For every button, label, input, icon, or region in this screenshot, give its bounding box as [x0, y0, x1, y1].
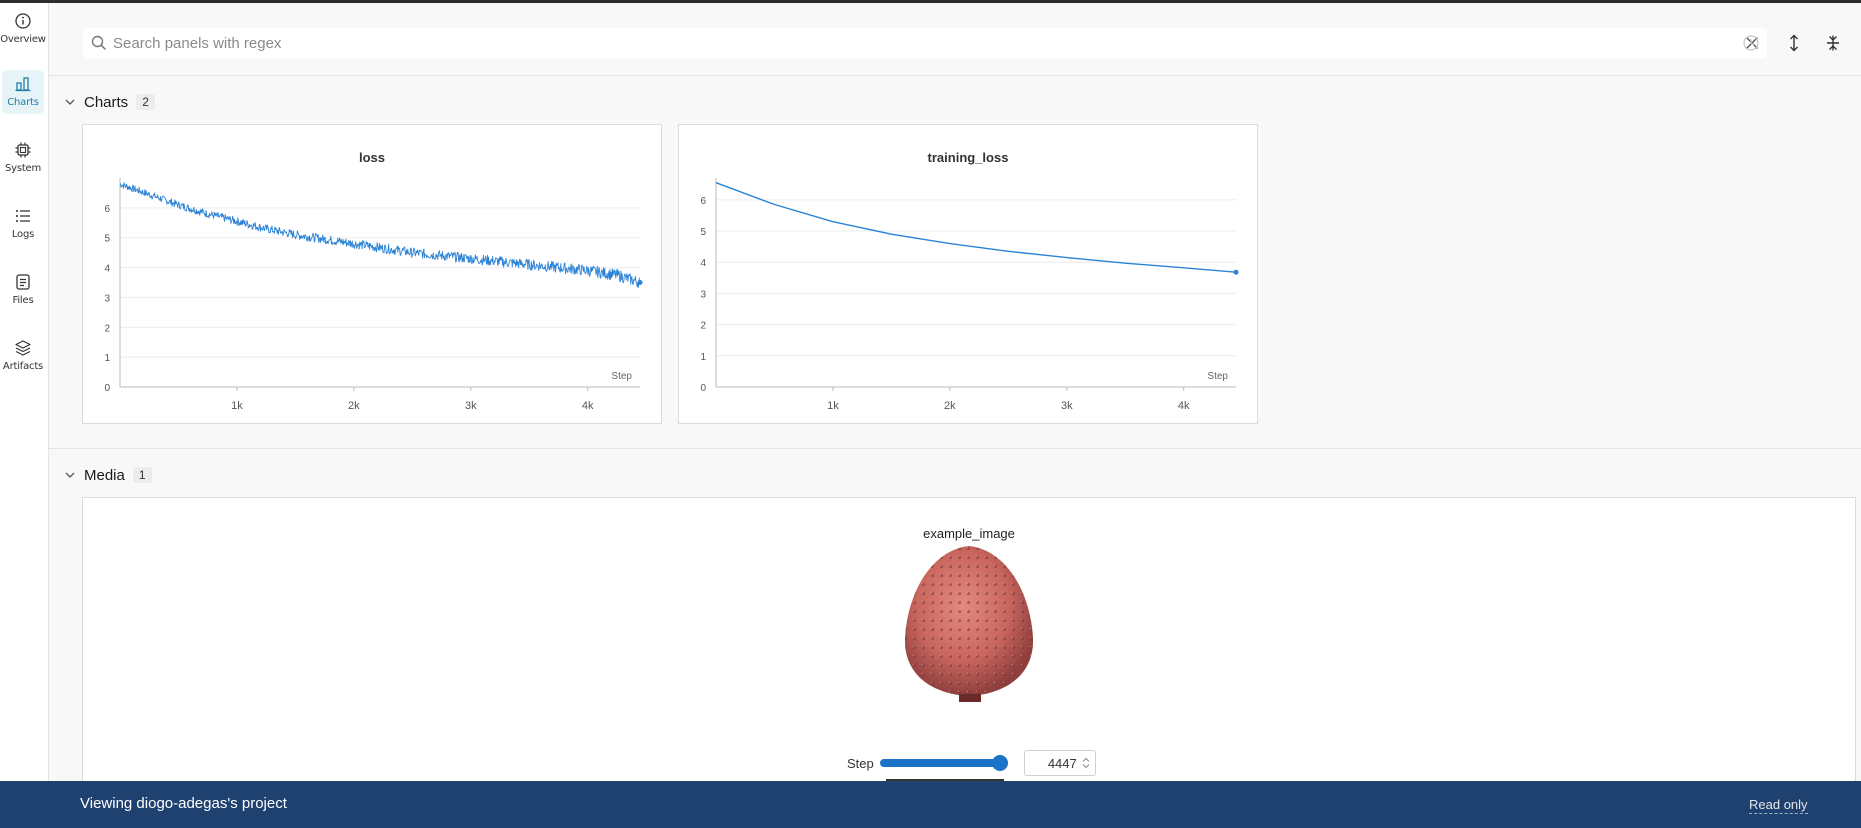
series-line	[119, 182, 641, 289]
read-only-badge[interactable]: Read only	[1749, 797, 1808, 814]
chevron-down-icon	[65, 99, 75, 105]
y-tick-label: 3	[104, 293, 110, 304]
chart-panel-loss[interactable]: loss 0 1 2 3 4 5 6 1k 2k 3k 4k Step	[82, 124, 662, 424]
sidebar-item-logs[interactable]: Logs	[2, 202, 44, 246]
series-line	[715, 182, 1237, 273]
chevron-down-icon	[65, 472, 75, 478]
x-tick-label: 1k	[827, 400, 839, 412]
step-value: 4447	[1047, 755, 1077, 771]
layers-icon	[15, 340, 31, 356]
sidebar-item-system[interactable]: System	[2, 136, 44, 180]
section-title: Media	[84, 466, 125, 484]
sidebar-item-artifacts[interactable]: Artifacts	[2, 334, 44, 378]
x-tick-label: 4k	[1178, 400, 1190, 412]
sidebar-item-label: Logs	[11, 229, 35, 240]
x-tick-label: 4k	[582, 400, 594, 412]
last-point-marker	[637, 280, 643, 285]
slider-thumb[interactable]	[991, 755, 1008, 771]
file-icon	[16, 274, 30, 290]
section-title: Charts	[84, 93, 129, 111]
y-tick-label: 1	[700, 352, 706, 363]
cpu-icon	[15, 142, 31, 158]
x-tick-label: 3k	[465, 400, 477, 412]
media-panel-example-image[interactable]: example_image Step 4447	[82, 497, 1856, 782]
search-box	[83, 28, 1767, 58]
sidebar-item-label: System	[4, 163, 42, 174]
step-label: Step	[847, 755, 874, 771]
viewing-project-text: Viewing diogo-adegas's project	[80, 795, 287, 812]
expand-all-icon[interactable]	[1785, 34, 1803, 52]
y-tick-label: 4	[700, 258, 706, 269]
y-tick-label: 4	[104, 264, 110, 275]
sidebar-item-label: Artifacts	[2, 361, 44, 372]
y-tick-label: 2	[104, 323, 110, 334]
y-tick-label: 1	[104, 353, 110, 364]
last-point-marker	[1233, 269, 1239, 275]
x-axis-label: Step	[611, 371, 632, 382]
collapse-all-icon[interactable]	[1824, 34, 1842, 52]
training-loss-chart: 0 1 2 3 4 5 6 1k 2k 3k 4k Step	[700, 178, 1239, 412]
sidebar-item-charts[interactable]: Charts	[2, 70, 44, 114]
example-image-lychee	[904, 546, 1034, 702]
media-section-toggle[interactable]: Media 1	[64, 465, 152, 485]
sidebar-item-label: Charts	[7, 97, 39, 108]
x-axis-label: Step	[1207, 371, 1228, 382]
media-title: example_image	[923, 526, 1015, 541]
section-divider	[49, 448, 1861, 449]
panel-search-bar	[49, 3, 1861, 76]
step-control: Step 4447	[847, 750, 1096, 782]
sidebar-item-label: Overview	[0, 34, 46, 45]
y-tick-label: 3	[700, 289, 706, 300]
footer-banner: Viewing diogo-adegas's project Read only	[0, 781, 1861, 828]
section-count-badge: 1	[132, 467, 152, 483]
x-tick-label: 2k	[348, 400, 360, 412]
section-count-badge: 2	[136, 94, 155, 110]
chart-panel-training-loss[interactable]: training_loss 0 1 2 3 4 5 6 1k 2k 3k 4k Step	[678, 124, 1258, 424]
sidebar-item-files[interactable]: Files	[2, 268, 44, 312]
y-tick-label: 2	[700, 321, 706, 332]
x-tick-label: 1k	[231, 400, 243, 412]
history-icon[interactable]	[1742, 34, 1760, 52]
x-tick-label: 2k	[944, 400, 956, 412]
sidebar: Overview Charts System Logs Files Artifa…	[0, 3, 49, 781]
loss-chart: 0 1 2 3 4 5 6 1k 2k 3k 4k Step	[104, 178, 643, 412]
step-number-input[interactable]: 4447	[1023, 750, 1096, 776]
y-tick-label: 5	[700, 227, 706, 238]
search-icon	[91, 35, 107, 51]
y-tick-label: 5	[104, 234, 110, 245]
search-input[interactable]	[113, 32, 1673, 54]
spinner-arrows-icon[interactable]	[1082, 757, 1090, 769]
sidebar-item-overview[interactable]: Overview	[0, 7, 46, 51]
y-tick-label: 6	[700, 196, 706, 207]
bar-chart-icon	[15, 77, 31, 92]
info-icon	[15, 13, 31, 29]
sidebar-item-label: Files	[12, 295, 34, 306]
x-tick-label: 3k	[1061, 400, 1073, 412]
charts-section-toggle[interactable]: Charts 2	[64, 92, 155, 112]
y-tick-label: 0	[700, 383, 706, 394]
y-tick-label: 6	[104, 204, 110, 215]
list-icon	[16, 210, 30, 222]
step-slider[interactable]	[879, 755, 1008, 782]
y-tick-label: 0	[104, 383, 110, 394]
